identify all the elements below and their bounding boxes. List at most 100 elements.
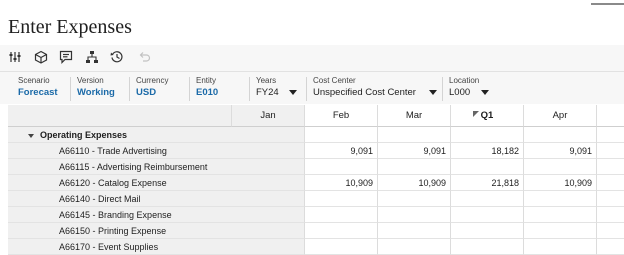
row-header-a66140[interactable]: A66140 - Direct Mail (8, 191, 232, 207)
grid-cell[interactable] (305, 127, 378, 143)
grid-cell[interactable]: 9,091 (305, 143, 378, 159)
grid-cell[interactable] (305, 207, 378, 223)
grid-cell[interactable]: 9,091 (524, 143, 597, 159)
pov-years-dropdown[interactable]: Years FY24 (249, 76, 298, 102)
hierarchy-icon[interactable] (85, 50, 99, 64)
column-header-q1[interactable]: Q1 (451, 105, 524, 127)
column-header-feb[interactable]: Feb (305, 105, 378, 127)
grid-cell[interactable] (597, 175, 624, 191)
grid-cell[interactable] (597, 207, 624, 223)
dropdown-caret-icon[interactable] (428, 89, 437, 95)
grid-cell[interactable] (232, 127, 305, 143)
undo-icon[interactable] (137, 50, 151, 64)
grid-cell[interactable] (378, 159, 451, 175)
grid-cell[interactable] (232, 159, 305, 175)
grid-cell[interactable] (305, 239, 378, 255)
grid-cell[interactable]: 10,909 (524, 175, 597, 191)
collapse-corner-icon[interactable] (473, 111, 479, 117)
grid-cell[interactable]: 10,909 (378, 175, 451, 191)
pov-divider (70, 77, 71, 101)
sliders-icon[interactable] (8, 50, 22, 64)
pov-bar: Scenario Forecast Version Working Curren… (0, 71, 624, 104)
top-edge-line (591, 3, 624, 5)
grid-cell[interactable] (524, 127, 597, 143)
grid-cell[interactable] (597, 223, 624, 239)
grid-cell[interactable]: 10,909 (305, 175, 378, 191)
row-header-a66115[interactable]: A66115 - Advertising Reimbursement (8, 159, 232, 175)
pov-scenario[interactable]: Scenario Forecast (18, 76, 58, 102)
grid-cell[interactable] (378, 207, 451, 223)
column-header-apr[interactable]: Apr (524, 105, 597, 127)
column-header-jan[interactable]: Jan (232, 105, 305, 127)
row-header-a66120[interactable]: A66120 - Catalog Expense (8, 175, 232, 191)
grid-cell[interactable] (524, 207, 597, 223)
grid-cell[interactable] (524, 159, 597, 175)
pov-scenario-value[interactable]: Forecast (18, 86, 58, 100)
column-header-mar[interactable]: Mar (378, 105, 451, 127)
grid-cell[interactable] (524, 239, 597, 255)
row-header-a66110[interactable]: A66110 - Trade Advertising (8, 143, 232, 159)
grid-cell[interactable] (378, 223, 451, 239)
pov-divider (249, 77, 250, 101)
history-icon[interactable] (110, 50, 124, 64)
grid-cell[interactable] (597, 239, 624, 255)
grid-cell[interactable]: 18,182 (451, 143, 524, 159)
dropdown-caret-icon[interactable] (480, 89, 489, 95)
column-header-q1-label: Q1 (480, 110, 494, 121)
pov-location-dropdown[interactable]: Location L000 (442, 76, 489, 102)
dropdown-caret-icon[interactable] (289, 89, 298, 95)
pov-scenario-label: Scenario (18, 76, 50, 85)
grid-cell[interactable] (232, 175, 305, 191)
pov-location-label: Location (449, 76, 480, 85)
row-header-a66145[interactable]: A66145 - Branding Expense (8, 207, 232, 223)
pov-version[interactable]: Version Working (70, 76, 115, 102)
grid-cell[interactable]: 9,091 (378, 143, 451, 159)
pov-divider (306, 77, 307, 101)
grid-cell[interactable]: 21,818 (451, 175, 524, 191)
grid-cell[interactable] (378, 239, 451, 255)
pov-currency-label: Currency (136, 76, 169, 85)
grid-cell[interactable] (524, 223, 597, 239)
cube-icon[interactable] (34, 50, 48, 64)
grid-cell[interactable] (305, 223, 378, 239)
grid-cell[interactable] (378, 127, 451, 143)
row-header-operating-expenses[interactable]: Operating Expenses (8, 127, 232, 143)
comment-icon[interactable] (59, 50, 73, 64)
pov-entity[interactable]: Entity E010 (189, 76, 218, 102)
page-title: Enter Expenses (8, 16, 132, 38)
grid-cell[interactable] (451, 223, 524, 239)
grid-cell[interactable] (305, 191, 378, 207)
grid-cell[interactable] (451, 159, 524, 175)
pov-years-label: Years (256, 76, 277, 85)
grid-cell[interactable] (451, 127, 524, 143)
pov-currency-value[interactable]: USD (136, 86, 168, 100)
pov-version-value[interactable]: Working (77, 86, 115, 100)
grid-cell[interactable] (305, 159, 378, 175)
collapse-triangle-icon[interactable] (28, 133, 34, 138)
grid-cell[interactable] (378, 191, 451, 207)
grid-cell[interactable] (232, 223, 305, 239)
toolbar (0, 45, 624, 71)
grid-cell[interactable] (524, 191, 597, 207)
grid-cell[interactable] (597, 159, 624, 175)
grid-cell[interactable] (451, 207, 524, 223)
row-header-a66170[interactable]: A66170 - Event Supplies (8, 239, 232, 255)
pov-location-value: L000 (449, 87, 471, 98)
grid-cell[interactable] (597, 191, 624, 207)
pov-entity-label: Entity (196, 76, 217, 85)
pov-currency[interactable]: Currency USD (129, 76, 169, 102)
pov-cost-center-dropdown[interactable]: Cost Center Unspecified Cost Center (306, 76, 437, 102)
pov-cost-center-label: Cost Center (313, 76, 356, 85)
grid-cell[interactable] (451, 191, 524, 207)
grid-cell[interactable] (597, 143, 624, 159)
pov-entity-value[interactable]: E010 (196, 86, 218, 100)
column-header-may[interactable]: M (597, 105, 624, 127)
grid-cell[interactable] (232, 143, 305, 159)
row-label: Operating Expenses (40, 130, 128, 140)
grid-cell[interactable] (232, 191, 305, 207)
grid-cell[interactable] (597, 127, 624, 143)
grid-cell[interactable] (232, 239, 305, 255)
grid-cell[interactable] (232, 207, 305, 223)
row-header-a66150[interactable]: A66150 - Printing Expense (8, 223, 232, 239)
grid-cell[interactable] (451, 239, 524, 255)
